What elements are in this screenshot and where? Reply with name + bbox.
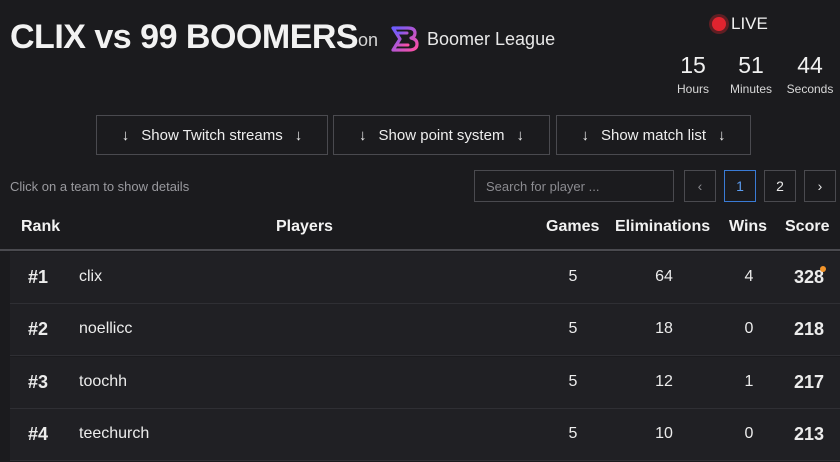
eliminations-cell: 64 xyxy=(655,268,673,285)
header-players: Players xyxy=(276,218,333,235)
player-cell: clix xyxy=(79,268,103,285)
toggle-row: ↓ Show Twitch streams ↓ ↓ Show point sys… xyxy=(96,115,751,155)
boomer-league-logo-icon[interactable] xyxy=(390,25,420,53)
prev-page-button[interactable]: ‹ xyxy=(684,170,716,202)
countdown-minutes-value: 51 xyxy=(738,52,764,78)
player-cell: noellicc xyxy=(79,320,133,337)
page-1-button[interactable]: 1 xyxy=(724,170,756,202)
countdown-minutes-label: Minutes xyxy=(729,82,773,96)
header-eliminations[interactable]: Eliminations xyxy=(615,218,710,236)
games-cell: 5 xyxy=(568,425,578,442)
eliminations-cell: 12 xyxy=(655,373,673,390)
table-header: Rank Players Games Eliminations Wins Sco… xyxy=(0,208,840,251)
table-row[interactable]: #3 toochh 5 12 1 217 xyxy=(10,357,840,409)
table-row[interactable]: #4 teechurch 5 10 0 213 xyxy=(10,409,840,461)
arrow-down-icon: ↓ xyxy=(359,126,367,144)
countdown-minutes: 51 Minutes xyxy=(722,50,780,96)
wins-cell: 1 xyxy=(744,373,754,390)
rank-cell: #3 xyxy=(28,372,49,392)
countdown-hours-value: 15 xyxy=(680,52,706,78)
score-cell: 218 xyxy=(793,319,824,339)
eliminations-cell: 10 xyxy=(655,425,673,442)
toggle-label: Show match list xyxy=(600,126,707,144)
live-indicator: LIVE xyxy=(712,14,768,34)
page-2-button[interactable]: 2 xyxy=(764,170,796,202)
score-dot-icon xyxy=(820,266,826,272)
games-cell: 5 xyxy=(568,320,578,337)
eliminations-cell: 18 xyxy=(655,320,673,337)
countdown-seconds-label: Seconds xyxy=(786,82,834,96)
wins-cell: 4 xyxy=(744,268,754,285)
live-dot-icon xyxy=(712,17,726,31)
toggle-label: Show Twitch streams xyxy=(141,126,283,144)
countdown-hours-label: Hours xyxy=(676,82,709,96)
header-wins[interactable]: Wins xyxy=(729,218,767,236)
rank-cell: #1 xyxy=(28,267,49,287)
player-cell: toochh xyxy=(79,373,128,390)
arrow-down-icon: ↓ xyxy=(718,126,726,144)
match-title: CLIX vs 99 BOOMERS xyxy=(10,18,359,56)
score-cell: 217 xyxy=(793,372,824,392)
arrow-down-icon: ↓ xyxy=(516,126,524,144)
player-cell: teechurch xyxy=(79,425,150,442)
hint-text: Click on a team to show details xyxy=(10,179,190,194)
show-point-system-button[interactable]: ↓ Show point system ↓ xyxy=(333,115,550,155)
arrow-down-icon: ↓ xyxy=(294,126,303,144)
pagination: ‹ 1 2 › xyxy=(684,170,836,202)
games-cell: 5 xyxy=(568,268,578,285)
countdown: 15 Hours 51 Minutes 44 Seconds xyxy=(664,50,840,96)
rank-cell: #2 xyxy=(28,319,49,339)
table-row[interactable]: #1 clix 5 64 4 328 xyxy=(10,252,840,304)
score-cell: 213 xyxy=(793,424,824,444)
header-games[interactable]: Games xyxy=(546,218,599,236)
arrow-down-icon: ↓ xyxy=(121,126,130,144)
wins-cell: 0 xyxy=(744,320,754,337)
table-row[interactable]: #2 noellicc 5 18 0 218 xyxy=(10,304,840,356)
league-name-link[interactable]: Boomer League xyxy=(427,29,555,50)
player-search-input[interactable] xyxy=(474,170,674,202)
rank-cell: #4 xyxy=(28,424,49,444)
toggle-label: Show point system xyxy=(378,126,505,144)
header-score[interactable]: Score xyxy=(785,218,829,236)
arrow-down-icon: ↓ xyxy=(581,126,589,144)
live-label: LIVE xyxy=(731,14,768,33)
on-label: on xyxy=(358,30,379,50)
countdown-seconds-value: 44 xyxy=(797,52,823,78)
show-twitch-streams-button[interactable]: ↓ Show Twitch streams ↓ xyxy=(96,115,328,155)
next-page-button[interactable]: › xyxy=(804,170,836,202)
games-cell: 5 xyxy=(568,373,578,390)
show-match-list-button[interactable]: ↓ Show match list ↓ xyxy=(556,115,751,155)
countdown-hours: 15 Hours xyxy=(664,50,722,96)
countdown-seconds: 44 Seconds xyxy=(780,50,840,96)
wins-cell: 0 xyxy=(744,425,754,442)
header-rank[interactable]: Rank xyxy=(21,218,60,236)
